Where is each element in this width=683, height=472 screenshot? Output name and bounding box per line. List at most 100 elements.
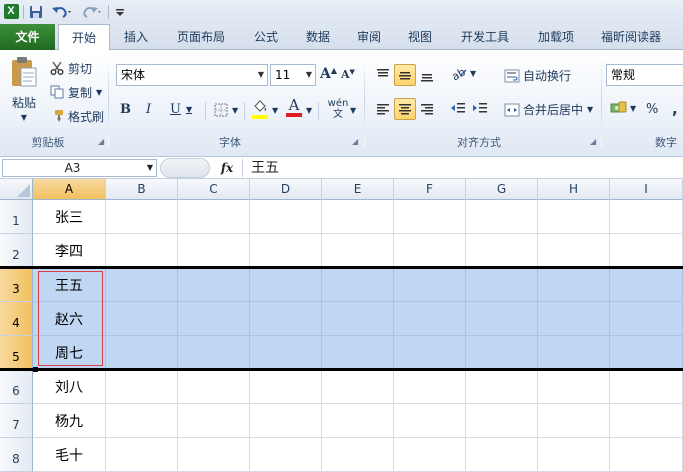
cell-h7[interactable] [538, 404, 610, 438]
excel-logo-icon[interactable]: X [3, 3, 19, 20]
tab-developer[interactable]: 开发工具 [450, 24, 520, 50]
cell-f6[interactable] [394, 370, 466, 404]
clipboard-launcher-icon[interactable]: ◢ [98, 137, 104, 146]
tab-view[interactable]: 视图 [398, 24, 442, 50]
cell-h6[interactable] [538, 370, 610, 404]
cell-f3[interactable] [394, 268, 466, 302]
borders-button[interactable]: ▼ [212, 101, 238, 119]
cell-i3[interactable] [610, 268, 683, 302]
column-header-b[interactable]: B [106, 179, 178, 200]
tab-insert[interactable]: 插入 [114, 24, 158, 50]
align-middle-button[interactable] [394, 64, 416, 86]
alignment-launcher-icon[interactable]: ◢ [590, 137, 596, 146]
cell-b1[interactable] [106, 200, 178, 234]
tab-addins[interactable]: 加载项 [528, 24, 584, 50]
row-header-1[interactable]: 1 [0, 200, 33, 234]
formula-input[interactable]: 王五 [242, 159, 683, 177]
cell-i7[interactable] [610, 404, 683, 438]
cell-e4[interactable] [322, 302, 394, 336]
cell-i6[interactable] [610, 370, 683, 404]
column-header-g[interactable]: G [466, 179, 538, 200]
cell-g8[interactable] [466, 438, 538, 472]
format-painter-button[interactable]: 格式刷 [48, 107, 104, 125]
cell-c8[interactable] [178, 438, 250, 472]
grow-font-button[interactable]: A ▲ [320, 65, 337, 82]
cell-i5[interactable] [610, 336, 683, 370]
cell-e3[interactable] [322, 268, 394, 302]
merge-center-dropdown-icon[interactable]: ▼ [587, 105, 593, 114]
insert-function-icon[interactable]: fx [216, 159, 238, 177]
cell-c3[interactable] [178, 268, 250, 302]
cell-i4[interactable] [610, 302, 683, 336]
cell-b5[interactable] [106, 336, 178, 370]
accounting-format-button[interactable]: ▼ [610, 101, 636, 115]
tab-page-layout[interactable]: 页面布局 [168, 24, 234, 50]
column-header-c[interactable]: C [178, 179, 250, 200]
fill-handle[interactable] [33, 367, 38, 372]
cell-h2[interactable] [538, 234, 610, 268]
fill-color-dropdown-icon[interactable]: ▼ [272, 106, 278, 115]
cell-c7[interactable] [178, 404, 250, 438]
formula-splitter[interactable] [160, 158, 210, 178]
italic-button[interactable]: I [146, 102, 151, 117]
row-header-5[interactable]: 5 [0, 336, 33, 370]
column-header-f[interactable]: F [394, 179, 466, 200]
accounting-dropdown-icon[interactable]: ▼ [630, 104, 636, 113]
copy-dropdown-icon[interactable]: ▼ [96, 88, 102, 97]
cell-h4[interactable] [538, 302, 610, 336]
cell-c2[interactable] [178, 234, 250, 268]
shrink-font-button[interactable]: A ▼ [341, 67, 355, 81]
tab-file[interactable]: 文件 [0, 24, 55, 50]
percent-button[interactable]: % [646, 102, 658, 117]
bold-button[interactable]: B [120, 102, 131, 117]
decrease-indent-button[interactable] [450, 101, 466, 115]
number-format-select[interactable]: 常规 [606, 64, 683, 86]
fill-color-button[interactable] [252, 100, 268, 119]
cell-f4[interactable] [394, 302, 466, 336]
cell-e2[interactable] [322, 234, 394, 268]
borders-dropdown-icon[interactable]: ▼ [232, 106, 238, 115]
font-color-button[interactable]: A [286, 98, 302, 117]
name-box[interactable]: A3 ▼ [2, 159, 157, 177]
tab-formulas[interactable]: 公式 [244, 24, 288, 50]
column-header-d[interactable]: D [250, 179, 322, 200]
comma-button[interactable]: , [672, 100, 678, 118]
underline-button[interactable]: U ▼ [170, 102, 192, 117]
orientation-button[interactable]: ab ▼ [450, 65, 476, 81]
tab-home[interactable]: 开始 [58, 24, 110, 51]
column-header-e[interactable]: E [322, 179, 394, 200]
cell-d1[interactable] [250, 200, 322, 234]
cell-a6[interactable]: 刘八 [33, 370, 106, 404]
cell-d4[interactable] [250, 302, 322, 336]
cell-f8[interactable] [394, 438, 466, 472]
cell-b3[interactable] [106, 268, 178, 302]
cell-c5[interactable] [178, 336, 250, 370]
cell-a8[interactable]: 毛十 [33, 438, 106, 472]
redo-icon[interactable] [80, 3, 104, 20]
font-size-dropdown-icon[interactable]: ▼ [306, 65, 312, 85]
row-header-7[interactable]: 7 [0, 404, 33, 438]
phonetic-button[interactable]: wén 文 [326, 98, 350, 120]
align-bottom-button[interactable] [416, 64, 438, 86]
select-all-button[interactable] [0, 179, 33, 200]
paste-dropdown-icon[interactable]: ▼ [21, 113, 27, 122]
cell-d6[interactable] [250, 370, 322, 404]
font-name-select[interactable]: 宋体 ▼ [116, 64, 268, 86]
font-size-select[interactable]: 11 ▼ [270, 64, 316, 86]
merge-center-button[interactable]: 合并后居中 ▼ [504, 101, 593, 118]
cell-h8[interactable] [538, 438, 610, 472]
cell-d2[interactable] [250, 234, 322, 268]
cell-h5[interactable] [538, 336, 610, 370]
cell-b6[interactable] [106, 370, 178, 404]
underline-dropdown-icon[interactable]: ▼ [186, 105, 192, 114]
tab-data[interactable]: 数据 [296, 24, 340, 50]
tab-foxit[interactable]: 福昕阅读器 [592, 24, 670, 50]
cell-a7[interactable]: 杨九 [33, 404, 106, 438]
cell-b7[interactable] [106, 404, 178, 438]
wrap-text-button[interactable]: 自动换行 [504, 67, 571, 84]
phonetic-dropdown-icon[interactable]: ▼ [350, 106, 356, 115]
cell-i8[interactable] [610, 438, 683, 472]
copy-button[interactable]: 复制 ▼ [48, 83, 102, 101]
cell-a2[interactable]: 李四 [33, 234, 106, 268]
cell-c1[interactable] [178, 200, 250, 234]
